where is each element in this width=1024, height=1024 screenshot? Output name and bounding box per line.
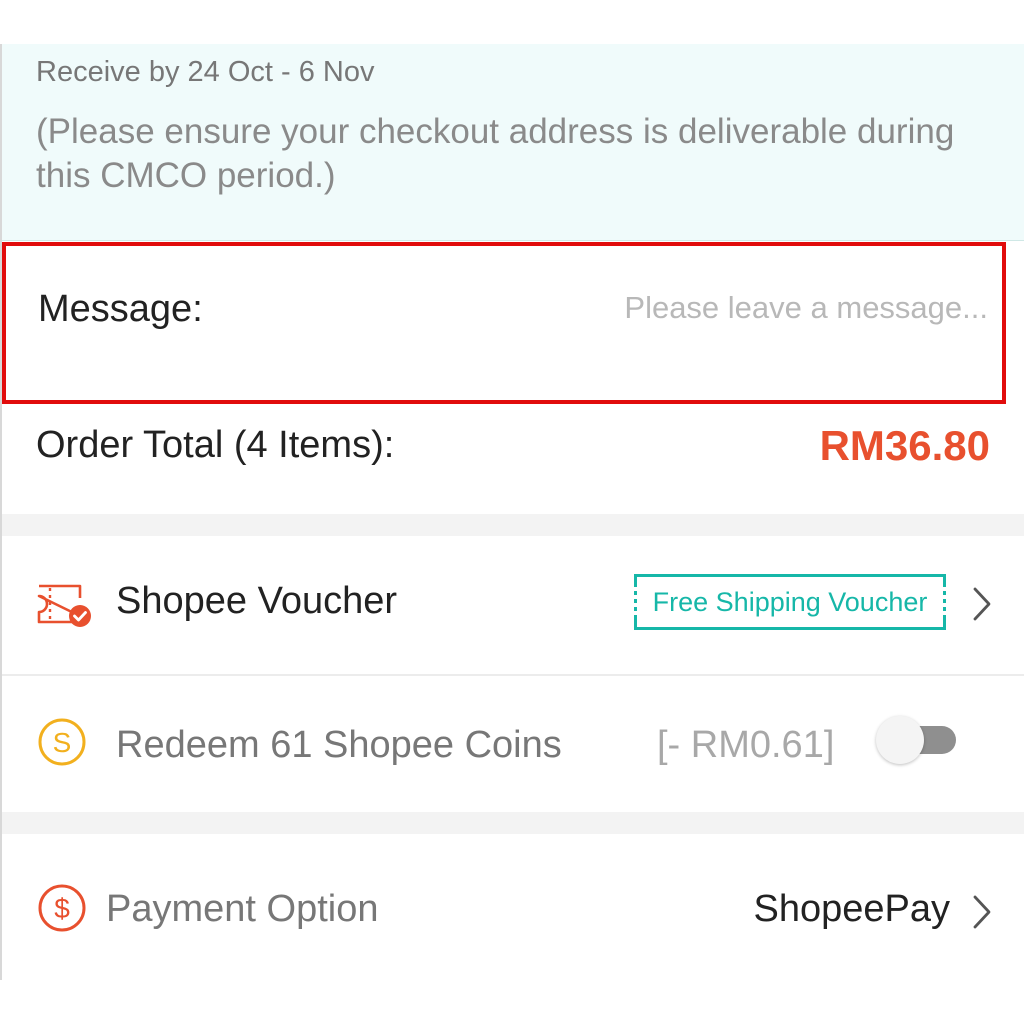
message-row[interactable]: Message:	[2, 242, 1006, 404]
redeem-coins-label: Redeem 61 Shopee Coins	[116, 724, 562, 766]
receive-by-text: Receive by 24 Oct - 6 Nov	[36, 56, 375, 88]
checkout-page: Receive by 24 Oct - 6 Nov (Please ensure…	[0, 0, 1024, 1024]
payment-option-label: Payment Option	[106, 888, 379, 930]
coins-discount-value: [- RM0.61]	[657, 724, 835, 766]
svg-text:$: $	[54, 893, 70, 924]
delivery-info: Receive by 24 Oct - 6 Nov (Please ensure…	[2, 44, 1024, 241]
chevron-right-icon[interactable]	[968, 892, 996, 932]
dollar-icon: $	[38, 884, 86, 932]
message-label: Message:	[38, 288, 203, 330]
payment-method-value[interactable]: ShopeePay	[754, 888, 951, 931]
order-total-row: Order Total (4 Items): RM36.80	[2, 404, 1024, 514]
section-gap	[2, 812, 1024, 834]
redeem-coins-row: S Redeem 61 Shopee Coins [- RM0.61]	[2, 676, 1024, 812]
coin-icon: S	[38, 718, 86, 766]
payment-option-row[interactable]: $ Payment Option ShopeePay	[2, 834, 1024, 980]
toggle-knob	[876, 716, 924, 764]
section-gap	[2, 514, 1024, 536]
voucher-ticket-icon	[37, 584, 91, 627]
message-input[interactable]	[568, 290, 988, 326]
shopee-voucher-row[interactable]: Shopee Voucher Free Shipping Voucher	[2, 536, 1024, 674]
order-total-amount: RM36.80	[819, 422, 990, 469]
redeem-coins-toggle[interactable]	[876, 716, 956, 764]
order-total-label: Order Total (4 Items):	[36, 424, 395, 466]
checkout-panel: Receive by 24 Oct - 6 Nov (Please ensure…	[0, 44, 1024, 980]
chevron-right-icon[interactable]	[968, 584, 996, 624]
svg-text:S: S	[53, 727, 72, 758]
free-shipping-voucher-badge[interactable]: Free Shipping Voucher	[632, 574, 948, 630]
cmco-note: (Please ensure your checkout address is …	[36, 112, 955, 195]
shopee-voucher-label: Shopee Voucher	[116, 580, 398, 622]
